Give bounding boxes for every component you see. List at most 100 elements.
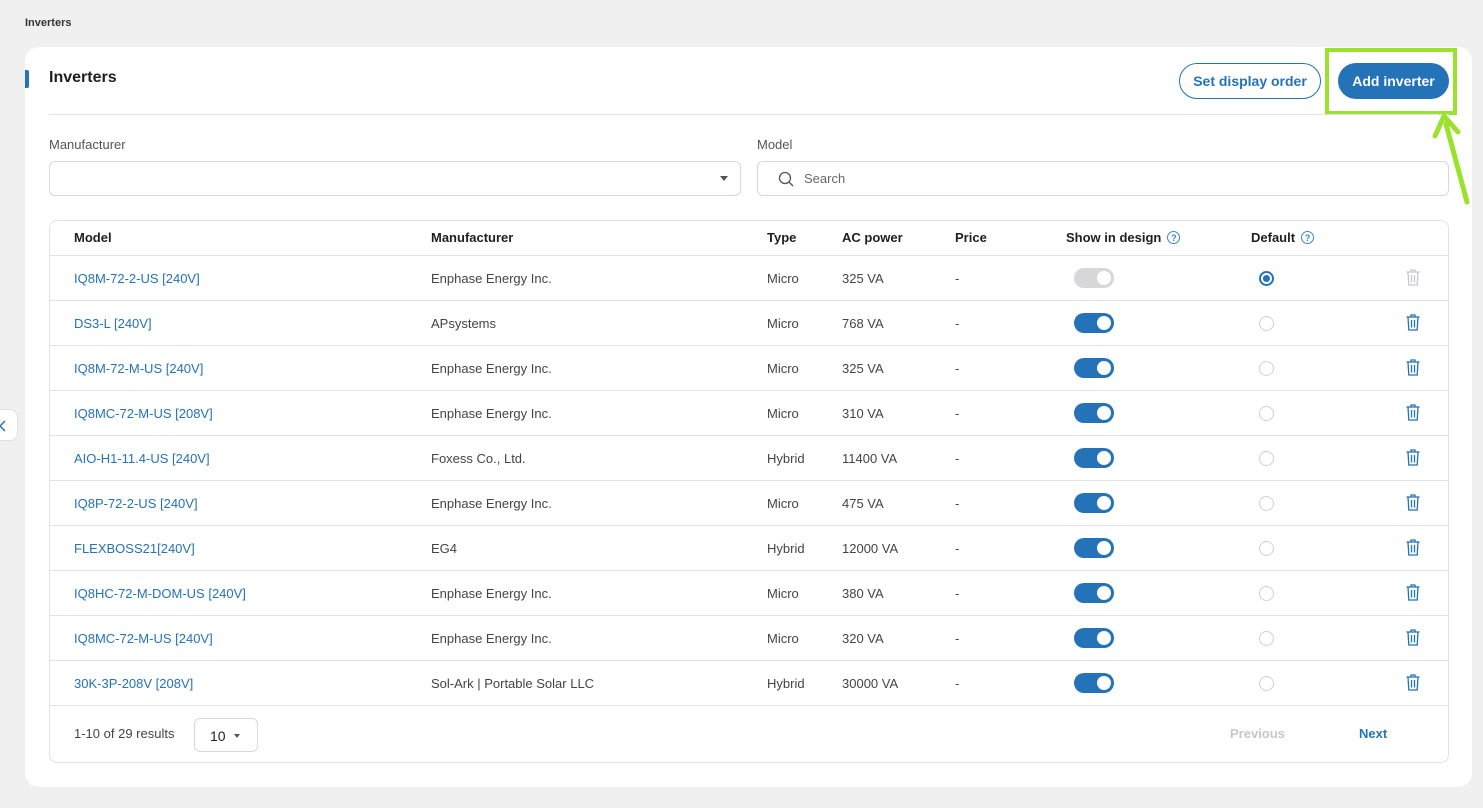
trash-icon[interactable]: [1406, 584, 1420, 601]
trash-icon[interactable]: [1406, 314, 1420, 331]
show-in-design-toggle[interactable]: [1074, 673, 1114, 693]
manufacturer-cell: APsystems: [431, 316, 497, 331]
model-filter-label: Model: [757, 137, 793, 152]
model-link[interactable]: IQ8MC-72-M-US [240V]: [74, 631, 213, 646]
manufacturer-cell: Enphase Energy Inc.: [431, 406, 552, 421]
previous-page-button[interactable]: Previous: [1230, 726, 1285, 741]
ac-power-cell: 11400 VA: [842, 451, 898, 466]
default-radio[interactable]: [1259, 271, 1274, 286]
trash-icon[interactable]: [1406, 629, 1420, 646]
trash-icon[interactable]: [1406, 674, 1420, 691]
manufacturer-cell: Enphase Energy Inc.: [431, 496, 552, 511]
ac-power-cell: 768 VA: [842, 316, 884, 331]
ac-power-cell: 380 VA: [842, 586, 884, 601]
trash-icon[interactable]: [1406, 494, 1420, 511]
column-header-show-in-design-label: Show in design: [1066, 230, 1162, 245]
set-display-order-button[interactable]: Set display order: [1179, 63, 1321, 99]
breadcrumb: Inverters: [25, 17, 72, 29]
default-radio[interactable]: [1259, 316, 1274, 331]
help-circle-icon[interactable]: ?: [1167, 231, 1181, 244]
model-link[interactable]: IQ8MC-72-M-US [208V]: [74, 406, 213, 421]
search-icon: [778, 171, 794, 187]
table-row: IQ8MC-72-M-US [208V] Enphase Energy Inc. M…: [50, 391, 1448, 436]
results-count: 1-10 of 29 results: [74, 726, 175, 741]
trash-icon[interactable]: [1406, 359, 1420, 376]
manufacturer-cell: Enphase Energy Inc.: [431, 586, 552, 601]
show-in-design-toggle[interactable]: [1074, 403, 1114, 423]
type-cell: Hybrid: [767, 676, 805, 691]
show-in-design-toggle[interactable]: [1074, 538, 1114, 558]
caret-down-icon: [234, 734, 240, 738]
model-link[interactable]: 30K-3P-208V [208V]: [74, 676, 193, 691]
toggle-knob: [1097, 316, 1111, 330]
highlight-annotation-box: [1325, 48, 1457, 115]
price-cell: -: [955, 586, 960, 601]
column-header-default-label: Default: [1251, 230, 1296, 245]
column-header-price[interactable]: Price: [955, 230, 987, 245]
column-header-price-label: Price: [955, 230, 987, 245]
price-cell: -: [955, 451, 960, 466]
price-cell: -: [955, 271, 960, 286]
chevron-left-icon: [0, 420, 6, 432]
model-link[interactable]: DS3-L [240V]: [74, 316, 152, 331]
model-link[interactable]: AIO-H1-11.4-US [240V]: [74, 451, 210, 466]
show-in-design-toggle[interactable]: [1074, 583, 1114, 603]
column-header-model[interactable]: Model: [74, 230, 112, 245]
help-circle-icon[interactable]: ?: [1301, 231, 1315, 244]
price-cell: -: [955, 631, 960, 646]
show-in-design-toggle[interactable]: [1074, 628, 1114, 648]
manufacturer-cell: Enphase Energy Inc.: [431, 631, 552, 646]
model-link[interactable]: FLEXBOSS21[240V]: [74, 541, 195, 556]
table-row: DS3-L [240V] APsystems Micro 768 VA -: [50, 301, 1448, 346]
caret-down-icon: [720, 176, 728, 181]
trash-icon: [1406, 269, 1420, 286]
default-radio[interactable]: [1259, 631, 1274, 646]
column-header-manufacturer[interactable]: Manufacturer: [431, 230, 513, 245]
model-link[interactable]: IQ8M-72-2-US [240V]: [74, 271, 200, 286]
model-search-field[interactable]: [757, 161, 1449, 196]
model-search-input[interactable]: [804, 163, 1424, 194]
default-radio[interactable]: [1259, 406, 1274, 421]
manufacturer-cell: EG4: [431, 541, 458, 556]
ac-power-cell: 475 VA: [842, 496, 884, 511]
show-in-design-toggle[interactable]: [1074, 358, 1114, 378]
default-radio[interactable]: [1259, 541, 1274, 556]
model-link[interactable]: IQ8M-72-M-US [240V]: [74, 361, 203, 376]
default-radio[interactable]: [1259, 586, 1274, 601]
title-accent-bar: [25, 70, 29, 88]
page-size-select[interactable]: 10: [194, 718, 258, 752]
column-header-show-in-design: Show in design?: [1066, 230, 1181, 245]
toggle-knob: [1097, 586, 1111, 600]
default-radio[interactable]: [1259, 451, 1274, 466]
sidebar-collapse-toggle[interactable]: [0, 409, 18, 441]
column-header-manufacturer-label: Manufacturer: [431, 230, 514, 245]
show-in-design-toggle: [1074, 268, 1114, 288]
manufacturer-select[interactable]: [49, 161, 741, 196]
table-row: AIO-H1-11.4-US [240V] Foxess Co., Ltd. Hyb…: [50, 436, 1448, 481]
toggle-knob: [1097, 451, 1111, 465]
model-link[interactable]: IQ8HC-72-M-DOM-US [240V]: [74, 586, 246, 601]
toggle-knob: [1097, 496, 1111, 510]
column-header-ac-power[interactable]: AC power: [842, 230, 903, 245]
type-cell: Hybrid: [767, 541, 805, 556]
show-in-design-toggle[interactable]: [1074, 448, 1114, 468]
trash-icon[interactable]: [1406, 539, 1420, 556]
model-link[interactable]: IQ8P-72-2-US [240V]: [74, 496, 198, 511]
ac-power-cell: 12000 VA: [842, 541, 899, 556]
show-in-design-toggle[interactable]: [1074, 313, 1114, 333]
arrow-annotation: [1432, 113, 1470, 205]
default-radio[interactable]: [1259, 496, 1274, 511]
type-cell: Micro: [767, 631, 799, 646]
show-in-design-toggle[interactable]: [1074, 493, 1114, 513]
toggle-knob: [1097, 361, 1111, 375]
column-header-type[interactable]: Type: [767, 230, 796, 245]
toggle-knob: [1097, 541, 1111, 555]
trash-icon[interactable]: [1406, 404, 1420, 421]
next-page-button[interactable]: Next: [1359, 726, 1387, 741]
default-radio[interactable]: [1259, 676, 1274, 691]
type-cell: Micro: [767, 496, 799, 511]
default-radio[interactable]: [1259, 361, 1274, 376]
trash-icon[interactable]: [1406, 449, 1420, 466]
column-header-ac-power-label: AC power: [842, 230, 903, 245]
column-header-default: Default?: [1251, 230, 1315, 245]
